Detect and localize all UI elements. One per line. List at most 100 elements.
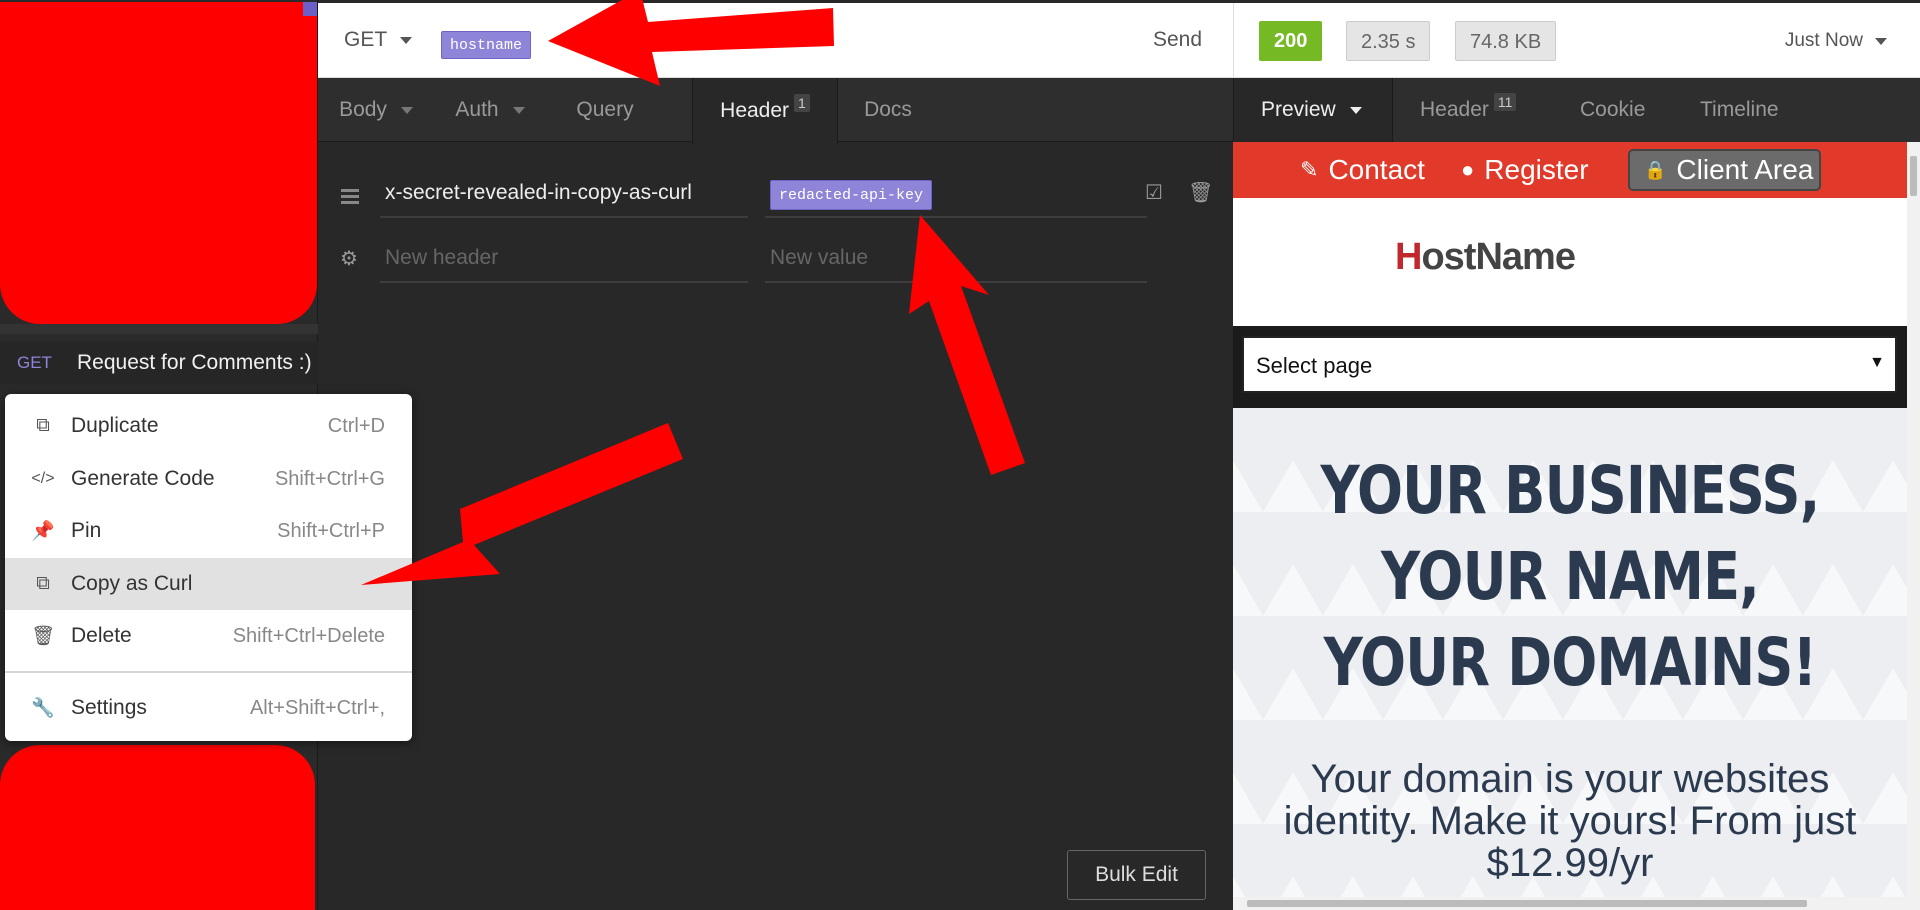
chevron-down-icon — [512, 106, 525, 114]
method-dropdown[interactable]: GET — [344, 28, 413, 52]
tab-header[interactable]: Header 1 — [692, 78, 838, 144]
tab-docs[interactable]: Docs — [838, 78, 938, 142]
tab-auth-label: Auth — [455, 98, 499, 121]
site-register-link[interactable]: ● Register — [1461, 154, 1589, 186]
menu-item-label: Duplicate — [71, 414, 159, 437]
sidebar-request-item[interactable]: GET Request for Comments :) — [0, 342, 318, 384]
response-bar: 200 2.35 s 74.8 KB Just Now — [1233, 3, 1920, 78]
chevron-down-icon — [400, 36, 413, 44]
response-preview[interactable]: ✎ Contact ● Register 🔒 Client Area HostN… — [1233, 142, 1907, 910]
menu-item-shortcut: Ctrl+D — [327, 414, 385, 437]
site-register-label: Register — [1484, 154, 1589, 185]
trash-icon[interactable]: 🗑 — [1188, 180, 1213, 205]
menu-item-copy-as-curl[interactable]: ⧉ Copy as Curl — [5, 558, 412, 610]
site-client-area-label: Client Area — [1676, 154, 1814, 185]
site-logo[interactable]: HostName — [1395, 236, 1576, 279]
history-dropdown[interactable]: Just Now — [1785, 30, 1887, 52]
header-name-text: x-secret-revealed-in-copy-as-curl — [385, 181, 692, 204]
response-size-badge: 74.8 KB — [1455, 21, 1557, 61]
site-logo-rest: ostName — [1421, 236, 1575, 278]
lock-icon: 🔒 — [1644, 159, 1667, 180]
site-contact-link[interactable]: ✎ Contact — [1300, 154, 1425, 186]
tab-response-header[interactable]: Header 11 — [1420, 78, 1517, 142]
tab-auth[interactable]: Auth — [434, 78, 546, 142]
menu-item-shortcut: Alt+Shift+Ctrl+, — [249, 696, 385, 719]
chevron-down-icon — [400, 106, 413, 114]
bulk-edit-button[interactable]: Bulk Edit — [1067, 850, 1206, 900]
tab-response-header-label: Header — [1420, 98, 1489, 121]
status-badge: 200 — [1259, 21, 1323, 61]
history-label: Just Now — [1784, 30, 1863, 51]
site-contact-label: Contact — [1328, 154, 1425, 185]
site-select-wrap: Select page ▼ — [1233, 326, 1907, 408]
menu-item-generate-code[interactable]: </> Generate Code Shift+Ctrl+G — [5, 453, 412, 505]
pin-icon: 📌 — [31, 521, 55, 542]
new-value-placeholder: New value — [770, 246, 869, 269]
response-header-count-badge: 11 — [1493, 93, 1517, 111]
request-tabs: Body Auth Query Header 1 Docs — [318, 78, 1233, 144]
url-bar: GET hostname Send — [318, 3, 1233, 78]
site-select-label: Select page — [1256, 353, 1373, 378]
user-icon: ● — [1461, 157, 1475, 182]
tab-query-label: Query — [576, 98, 634, 121]
new-header-placeholder: New header — [385, 246, 499, 269]
site-hero: YOUR BUSINESS, YOUR NAME, YOUR DOMAINS! … — [1233, 408, 1907, 910]
gear-icon[interactable]: ⚙ — [340, 246, 358, 271]
duplicate-icon: ⧉ — [36, 415, 50, 436]
wrench-icon: 🔧 — [31, 698, 55, 719]
menu-item-delete[interactable]: 🗑 Delete Shift+Ctrl+Delete — [5, 610, 412, 662]
header-count-badge: 1 — [794, 94, 810, 112]
tab-body-label: Body — [339, 98, 387, 121]
redaction-block-top — [0, 2, 317, 324]
tab-query[interactable]: Query — [546, 78, 664, 142]
menu-item-pin[interactable]: 📌 Pin Shift+Ctrl+P — [5, 505, 412, 557]
tab-docs-label: Docs — [864, 98, 912, 121]
tab-cookie[interactable]: Cookie — [1580, 78, 1645, 142]
header-name-field[interactable]: x-secret-revealed-in-copy-as-curl — [380, 172, 748, 218]
menu-item-label: Pin — [71, 519, 102, 542]
site-logo-h: H — [1395, 236, 1422, 278]
response-time-badge: 2.35 s — [1346, 21, 1431, 61]
menu-item-label: Generate Code — [71, 467, 215, 490]
menu-item-duplicate[interactable]: ⧉ Duplicate Ctrl+D — [5, 400, 412, 452]
chevron-down-icon — [1349, 106, 1362, 114]
context-menu: ⧉ Duplicate Ctrl+D </> Generate Code Shi… — [5, 394, 412, 741]
site-select-page[interactable]: Select page ▼ — [1242, 336, 1897, 393]
send-button[interactable]: Send — [1153, 28, 1202, 52]
tab-body[interactable]: Body — [318, 78, 434, 142]
header-value-variable-tag[interactable]: redacted-api-key — [770, 180, 933, 210]
menu-separator — [5, 671, 412, 673]
tab-timeline-label: Timeline — [1700, 98, 1779, 121]
code-icon: </> — [31, 470, 55, 487]
edit-icon: ✎ — [1300, 157, 1319, 182]
preview-vertical-scrollbar[interactable] — [1907, 142, 1920, 910]
request-name: Request for Comments :) — [77, 351, 312, 374]
site-header: HostName — [1233, 198, 1907, 326]
checkbox-icon[interactable]: ☑ — [1145, 180, 1163, 205]
menu-item-settings[interactable]: 🔧 Settings Alt+Shift+Ctrl+, — [5, 682, 412, 734]
site-hero-title: YOUR BUSINESS, YOUR NAME, YOUR DOMAINS! — [1320, 452, 1821, 701]
tab-timeline[interactable]: Timeline — [1700, 78, 1779, 142]
url-variable-tag[interactable]: hostname — [441, 31, 532, 59]
site-hero-subtitle: Your domain is your websites identity. M… — [1283, 757, 1857, 885]
menu-item-label: Settings — [71, 696, 147, 719]
tab-header-label: Header — [720, 99, 790, 122]
menu-item-label: Delete — [71, 624, 132, 647]
redaction-block-bottom — [0, 745, 315, 910]
site-topbar: ✎ Contact ● Register 🔒 Client Area — [1233, 142, 1907, 198]
new-header-value-field[interactable]: New value — [765, 237, 1147, 283]
site-client-area-button[interactable]: 🔒 Client Area — [1628, 149, 1821, 191]
new-header-row: ⚙ New header New value — [318, 229, 1233, 287]
menu-item-shortcut: Shift+Ctrl+P — [277, 519, 385, 542]
drag-handle-icon[interactable] — [341, 189, 359, 207]
response-tabs: Preview Header 11 Cookie Timeline — [1233, 78, 1920, 142]
sidebar-divider — [0, 324, 318, 334]
menu-item-shortcut: Shift+Ctrl+G — [274, 467, 385, 490]
menu-item-shortcut: Shift+Ctrl+Delete — [232, 624, 385, 647]
copy-icon: ⧉ — [36, 573, 50, 594]
method-label: GET — [344, 28, 388, 51]
preview-horizontal-scrollbar[interactable] — [1233, 897, 1907, 910]
new-header-name-field[interactable]: New header — [380, 237, 748, 283]
tab-preview[interactable]: Preview — [1234, 78, 1393, 142]
chevron-down-icon — [1875, 37, 1887, 45]
